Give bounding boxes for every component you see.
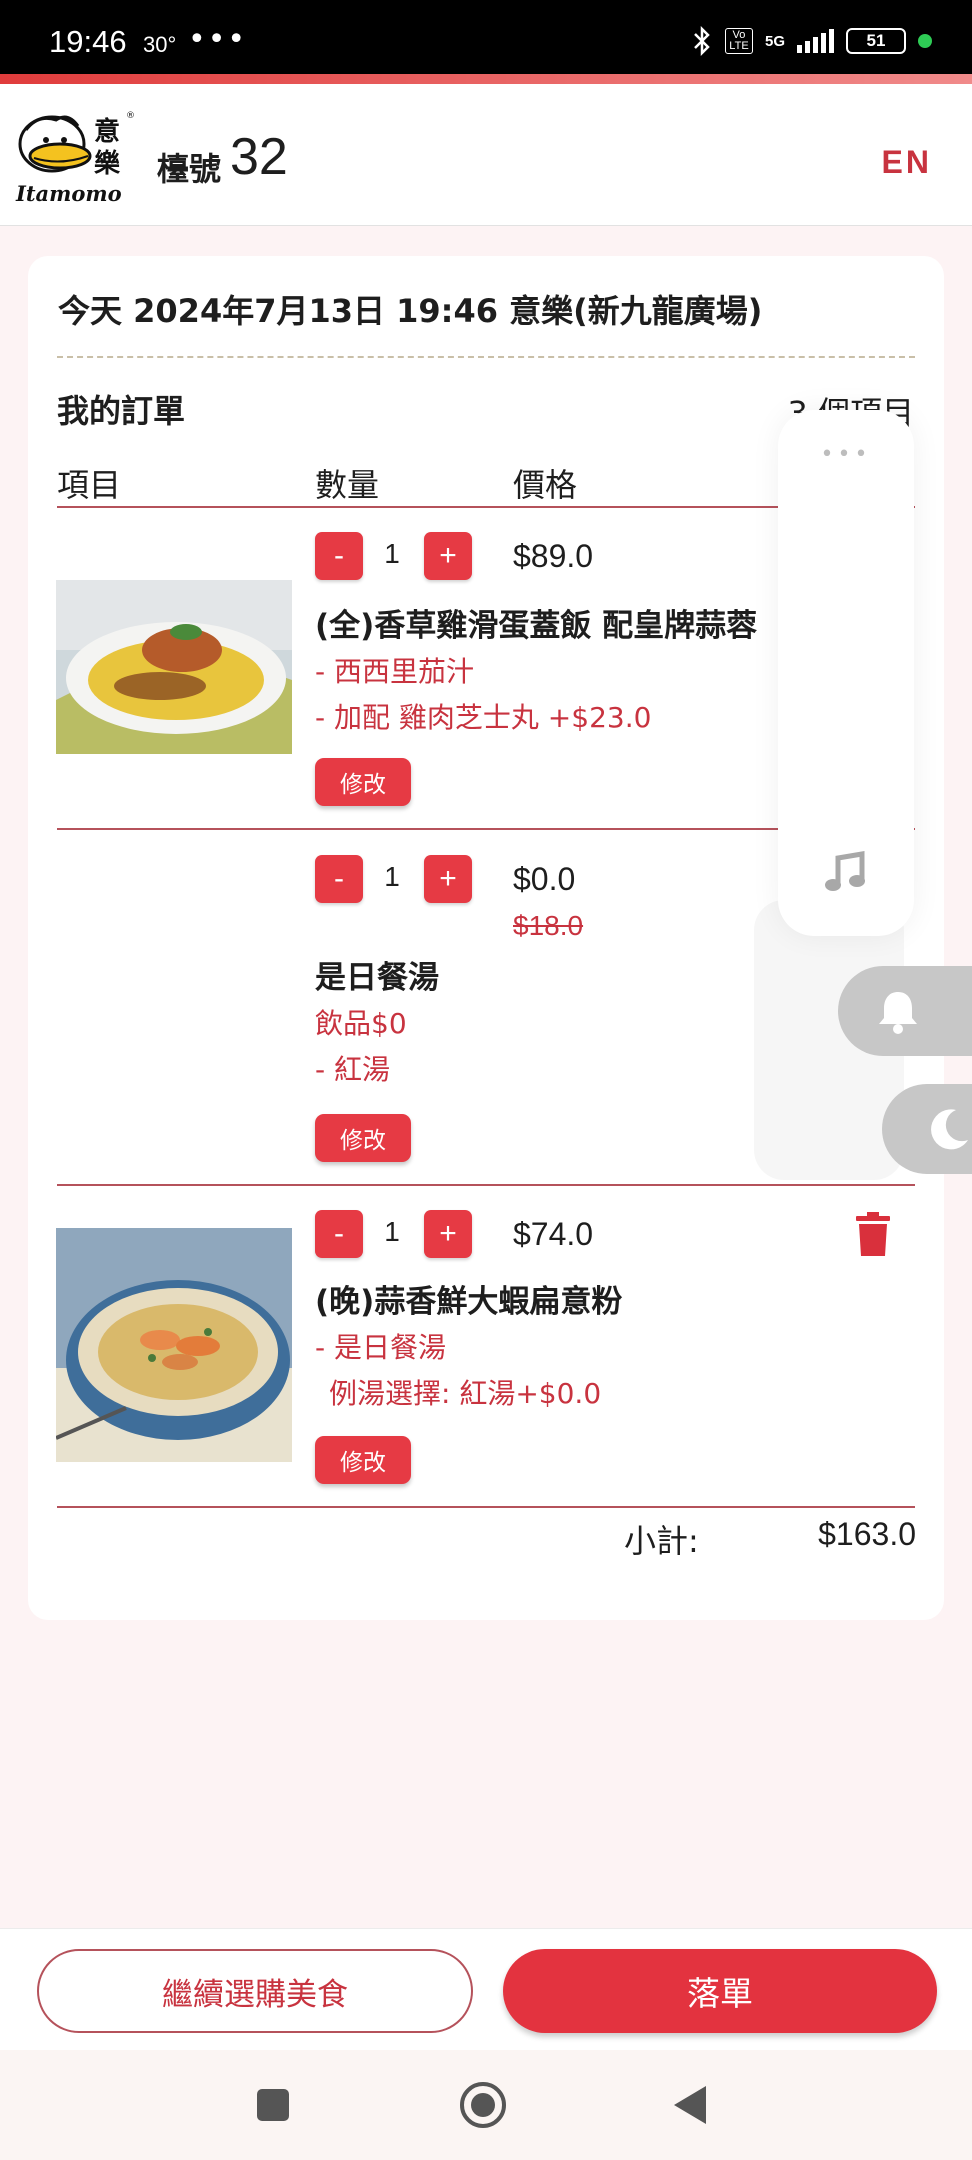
subtotal-label: 小計:	[624, 1522, 699, 1560]
decrease-qty-button[interactable]: -	[315, 532, 363, 580]
item-price: $74.0	[513, 1216, 594, 1252]
column-header-item: 項目	[57, 466, 122, 504]
dashed-divider	[57, 356, 915, 358]
continue-shopping-button[interactable]: 繼續選購美食	[37, 1949, 473, 2033]
home-icon[interactable]	[458, 2080, 508, 2130]
bluetooth-icon	[694, 26, 710, 56]
itamomo-logo: 意 樂 ® Itamomo	[16, 106, 138, 206]
quantity-value: 1	[384, 1216, 400, 1247]
trash-icon[interactable]	[856, 1212, 890, 1256]
language-toggle[interactable]: EN	[882, 144, 932, 181]
edit-item-button[interactable]: 修改	[315, 758, 411, 806]
dark-mode-button[interactable]	[882, 1084, 972, 1174]
item-name: (晚)蒜香鮮大蝦扁意粉	[315, 1284, 623, 1320]
floating-toolbar: •••	[778, 410, 914, 936]
duck-mascot-icon: 意 樂 ®	[18, 111, 135, 179]
row-divider	[57, 1506, 915, 1508]
status-indicators: Vo LTE 5G 51	[691, 26, 932, 56]
system-nav-bar	[0, 2050, 972, 2160]
quantity-value: 1	[384, 861, 400, 892]
notification-button[interactable]	[838, 966, 972, 1056]
status-bar: 19:46 30° ••• Vo LTE 5G 51	[0, 0, 972, 74]
moon-icon	[931, 1109, 968, 1150]
original-price: $18.0	[513, 910, 584, 941]
item-image-prawn-pasta	[56, 1228, 292, 1462]
table-label: 檯號	[157, 150, 222, 188]
back-icon[interactable]	[672, 2084, 708, 2126]
bell-icon	[879, 992, 917, 1034]
status-time: 19:46	[49, 24, 127, 59]
subtotal-value: $163.0	[818, 1516, 916, 1552]
logo-wordmark: Itamomo	[16, 181, 122, 206]
increase-qty-button[interactable]: +	[424, 1210, 472, 1258]
item-option: - 紅湯	[315, 1053, 391, 1086]
my-order-title: 我的訂單	[57, 392, 186, 430]
app-header: 意 樂 ® Itamomo 檯號 32 EN	[0, 84, 972, 226]
increase-qty-button[interactable]: +	[424, 532, 472, 580]
increase-qty-button[interactable]: +	[424, 855, 472, 903]
item-option: - 加配 雞肉芝士丸 +$23.0	[315, 701, 652, 734]
battery-icon: 51	[846, 28, 906, 54]
decrease-qty-button[interactable]: -	[315, 855, 363, 903]
item-price: $89.0	[513, 538, 594, 574]
order-meta: 今天 2024年7月13日 19:46 意樂(新九龍廣場)	[58, 292, 763, 330]
decrease-qty-button[interactable]: -	[315, 1210, 363, 1258]
network-label: 5G	[764, 32, 785, 50]
item-option: - 是日餐湯	[315, 1331, 447, 1364]
item-option: - 西西里茄汁	[315, 655, 475, 688]
row-divider	[57, 1184, 915, 1186]
status-temperature: 30°	[143, 32, 177, 57]
signal-icon	[797, 29, 834, 53]
svg-text:®: ®	[126, 111, 135, 121]
logo-chinese-top: 意	[94, 116, 120, 147]
logo-chinese-bottom: 樂	[94, 148, 121, 179]
privacy-dot	[918, 34, 932, 48]
column-header-price: 價格	[513, 466, 578, 504]
column-header-quantity: 數量	[315, 466, 380, 504]
item-option: 飲品$0	[315, 1007, 407, 1040]
bottom-action-bar: 繼續選購美食 落單	[0, 1928, 972, 2050]
table-number: 32	[230, 128, 288, 186]
music-icon[interactable]	[824, 850, 868, 894]
item-option: 例湯選擇: 紅湯+$0.0	[329, 1377, 602, 1410]
status-more-dots: •••	[188, 22, 248, 57]
quantity-value: 1	[384, 538, 400, 569]
edit-item-button[interactable]: 修改	[315, 1436, 411, 1484]
accent-strip	[0, 74, 972, 84]
item-image-chicken-rice	[56, 580, 292, 754]
edit-item-button[interactable]: 修改	[315, 1114, 411, 1162]
item-name: (全)香草雞滑蛋蓋飯 配皇牌蒜蓉	[315, 608, 758, 644]
item-name: 是日餐湯	[315, 960, 439, 996]
submit-order-button[interactable]: 落單	[503, 1949, 937, 2033]
item-price: $0.0	[513, 861, 576, 897]
toolbar-menu-dots[interactable]: •••	[778, 442, 914, 467]
volte-icon: Vo LTE	[724, 28, 753, 54]
recents-icon[interactable]	[256, 2088, 290, 2122]
